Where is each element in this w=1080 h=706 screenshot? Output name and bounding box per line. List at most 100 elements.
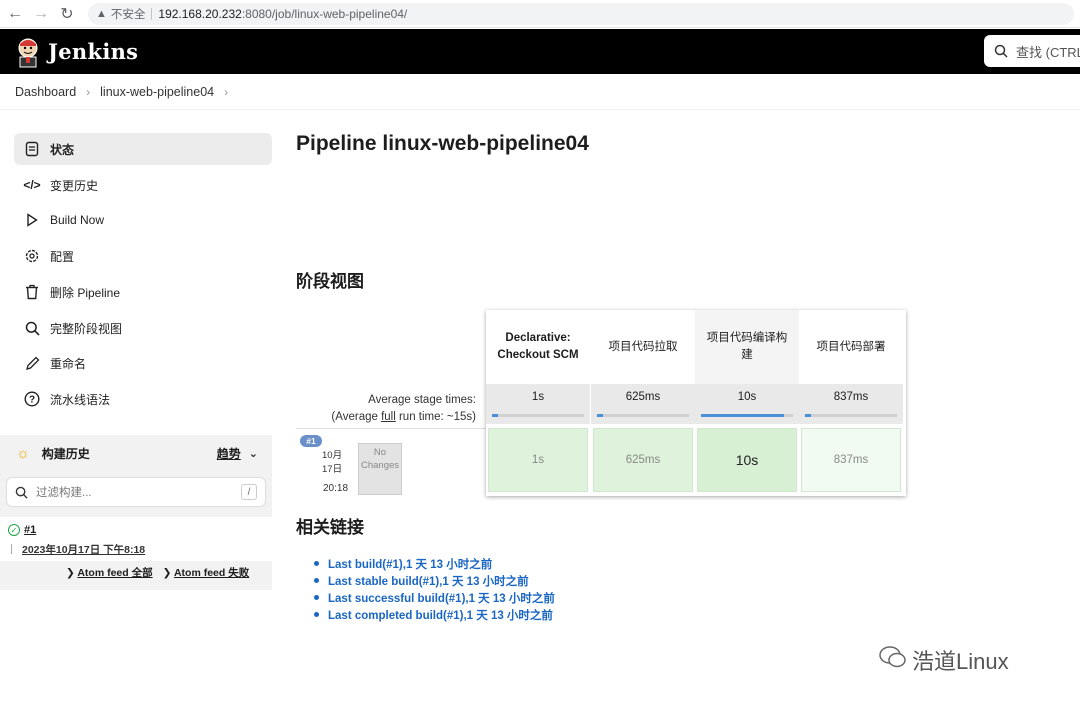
jenkins-logo-icon[interactable]: [14, 36, 42, 68]
feed-all-link[interactable]: ❯ Atom feed 全部: [66, 565, 153, 580]
stage-avg-bar: [701, 414, 784, 417]
jenkins-brand[interactable]: Jenkins: [48, 39, 138, 64]
search-icon: [24, 320, 40, 336]
stage-avg-bar: [597, 414, 603, 417]
stage-avg-value: 625ms: [625, 391, 661, 403]
search-icon: [994, 44, 1008, 58]
avg-full-run-text: (Average full run time: ~15s): [296, 409, 476, 426]
success-check-icon: ✓: [8, 524, 20, 536]
sidebar-item-changes[interactable]: </> 变更历史: [14, 169, 272, 201]
sidebar-item-pipeline-syntax[interactable]: ? 流水线语法: [14, 383, 272, 415]
rss-icon: ❯: [66, 567, 75, 579]
jenkins-header: Jenkins 查找 (CTRL: [0, 29, 1080, 74]
wechat-icon: [878, 644, 908, 676]
build-date-link[interactable]: 2023年10月17日 下午8:18: [22, 542, 145, 557]
related-links-heading: 相关链接: [296, 518, 364, 537]
warning-icon: ▲: [96, 7, 107, 20]
sidebar-item-label: 完整阶段视图: [50, 321, 123, 336]
forward-icon[interactable]: →: [30, 3, 52, 25]
address-bar[interactable]: ▲ 不安全 192.168.20.232 :8080/job/linux-web…: [88, 2, 1074, 25]
chevron-right-icon[interactable]: ›: [224, 85, 228, 99]
browser-toolbar: ← → ↻ ▲ 不安全 192.168.20.232 :8080/job/lin…: [0, 0, 1080, 28]
stage-view-heading: 阶段视图: [296, 272, 364, 291]
global-search-input[interactable]: 查找 (CTRL: [984, 35, 1080, 67]
stage-header-0: Declarative: Checkout SCM: [497, 332, 579, 361]
stage-run-cell-1[interactable]: 625ms: [593, 428, 693, 492]
feed-all-label: Atom feed 全部: [77, 567, 153, 579]
sun-icon: ☼: [16, 444, 30, 462]
sidebar-item-label: 重命名: [50, 356, 87, 371]
sidebar-item-label: 配置: [50, 249, 75, 264]
rss-icon: ❯: [162, 567, 172, 579]
url-path: :8080/job/linux-web-pipeline04/: [241, 6, 408, 21]
sidebar-item-label: 流水线语法: [50, 392, 111, 407]
sidebar-item-label: Build Now: [50, 213, 105, 227]
search-icon: [15, 486, 28, 499]
sidebar-item-build-now[interactable]: Build Now: [14, 204, 272, 236]
code-icon: </>: [23, 178, 41, 192]
stage-avg-bar: [492, 414, 499, 417]
main-content: Pipeline linux-web-pipeline04 阶段视图 Avera…: [296, 110, 1080, 706]
filter-placeholder: 过滤构建...: [36, 487, 92, 499]
sidebar-item-delete[interactable]: 删除 Pipeline: [14, 276, 272, 308]
related-links-list: Last build(#1),1 天 13 小时之前 Last stable b…: [314, 556, 555, 624]
stage-avg-value: 10s: [737, 391, 757, 403]
stage-avg-track: [597, 414, 689, 417]
link-last-completed-build[interactable]: Last completed build(#1),1 天 13 小时之前: [314, 607, 555, 624]
full-run-link[interactable]: full: [381, 411, 396, 423]
breadcrumb-dashboard[interactable]: Dashboard: [15, 85, 76, 99]
sidebar-item-label: 删除 Pipeline: [50, 285, 121, 300]
stage-avg-time-0: 1s: [486, 384, 590, 424]
feed-failed-link[interactable]: ❯ Atom feed 失败: [163, 565, 250, 580]
build-month: 10月: [322, 450, 343, 461]
build-row-divider: [11, 544, 12, 554]
filter-shortcut-key: /: [241, 484, 257, 500]
gear-icon: [24, 248, 40, 264]
watermark: 浩道Linux: [878, 644, 1009, 676]
play-icon: [24, 212, 40, 228]
link-last-build[interactable]: Last build(#1),1 天 13 小时之前: [314, 556, 555, 573]
sidebar-item-status[interactable]: 状态: [14, 133, 272, 165]
sidebar-item-full-stage-view[interactable]: 完整阶段视图: [14, 312, 272, 344]
notepad-icon: [24, 141, 40, 157]
sidebar-item-label: 状态: [50, 142, 75, 157]
build-history-row[interactable]: ✓ #1 2023年10月17日 下午8:18: [0, 517, 272, 561]
build-filter-input[interactable]: 过滤构建... /: [6, 477, 266, 507]
chevron-down-icon[interactable]: ⌄: [249, 447, 258, 460]
help-icon: ?: [24, 391, 40, 407]
search-placeholder: 查找 (CTRL: [1016, 44, 1080, 60]
sidebar: 状态 </> 变更历史 Build Now 配置 删除 Pipeline 完整阶…: [0, 110, 280, 706]
back-icon[interactable]: ←: [4, 3, 26, 25]
build-number-link[interactable]: #1: [24, 524, 36, 536]
stage-avg-track: [701, 414, 793, 417]
stage-run-cell-0[interactable]: 1s: [488, 428, 588, 492]
insecure-label: 不安全: [110, 8, 146, 21]
trend-link[interactable]: 趋势: [217, 445, 241, 462]
stage-avg-time-3: 837ms: [799, 384, 903, 424]
stage-run-cell-3[interactable]: 837ms: [801, 428, 901, 492]
no-changes-line1: No: [373, 447, 387, 458]
build-badge[interactable]: #1: [300, 435, 322, 447]
build-history-header: ☼ 构建历史 趋势 ⌄: [14, 442, 258, 464]
trash-icon: [24, 284, 40, 300]
feed-failed-label: Atom feed 失败: [173, 567, 250, 579]
reload-icon[interactable]: ↻: [56, 3, 78, 25]
sidebar-item-rename[interactable]: 重命名: [14, 347, 272, 379]
stage-avg-value: 1s: [531, 391, 545, 403]
avg-suffix: run time: ~15s): [395, 411, 476, 423]
build-time: 20:18: [323, 483, 349, 494]
stage-run-cell-2[interactable]: 10s: [697, 428, 797, 492]
sidebar-item-configure[interactable]: 配置: [14, 240, 272, 272]
stage-view-table: Declarative: Checkout SCM 1s 1s 项目代码拉取 625ms…: [486, 310, 906, 496]
watermark-text: 浩道Linux: [912, 649, 1009, 674]
svg-text:?: ?: [29, 395, 35, 406]
url-host: 192.168.20.232: [158, 6, 242, 21]
build-history-title: 构建历史: [41, 446, 90, 461]
link-last-stable-build[interactable]: Last stable build(#1),1 天 13 小时之前: [314, 573, 555, 590]
stage-avg-time-1: 625ms: [591, 384, 695, 424]
stage-avg-value: 837ms: [833, 391, 869, 403]
link-last-successful-build[interactable]: Last successful build(#1),1 天 13 小时之前: [314, 590, 555, 607]
stage-header-1: 项目代码拉取: [608, 340, 678, 353]
no-changes-box[interactable]: No Changes: [358, 443, 402, 495]
breadcrumb-job[interactable]: linux-web-pipeline04: [100, 85, 214, 99]
